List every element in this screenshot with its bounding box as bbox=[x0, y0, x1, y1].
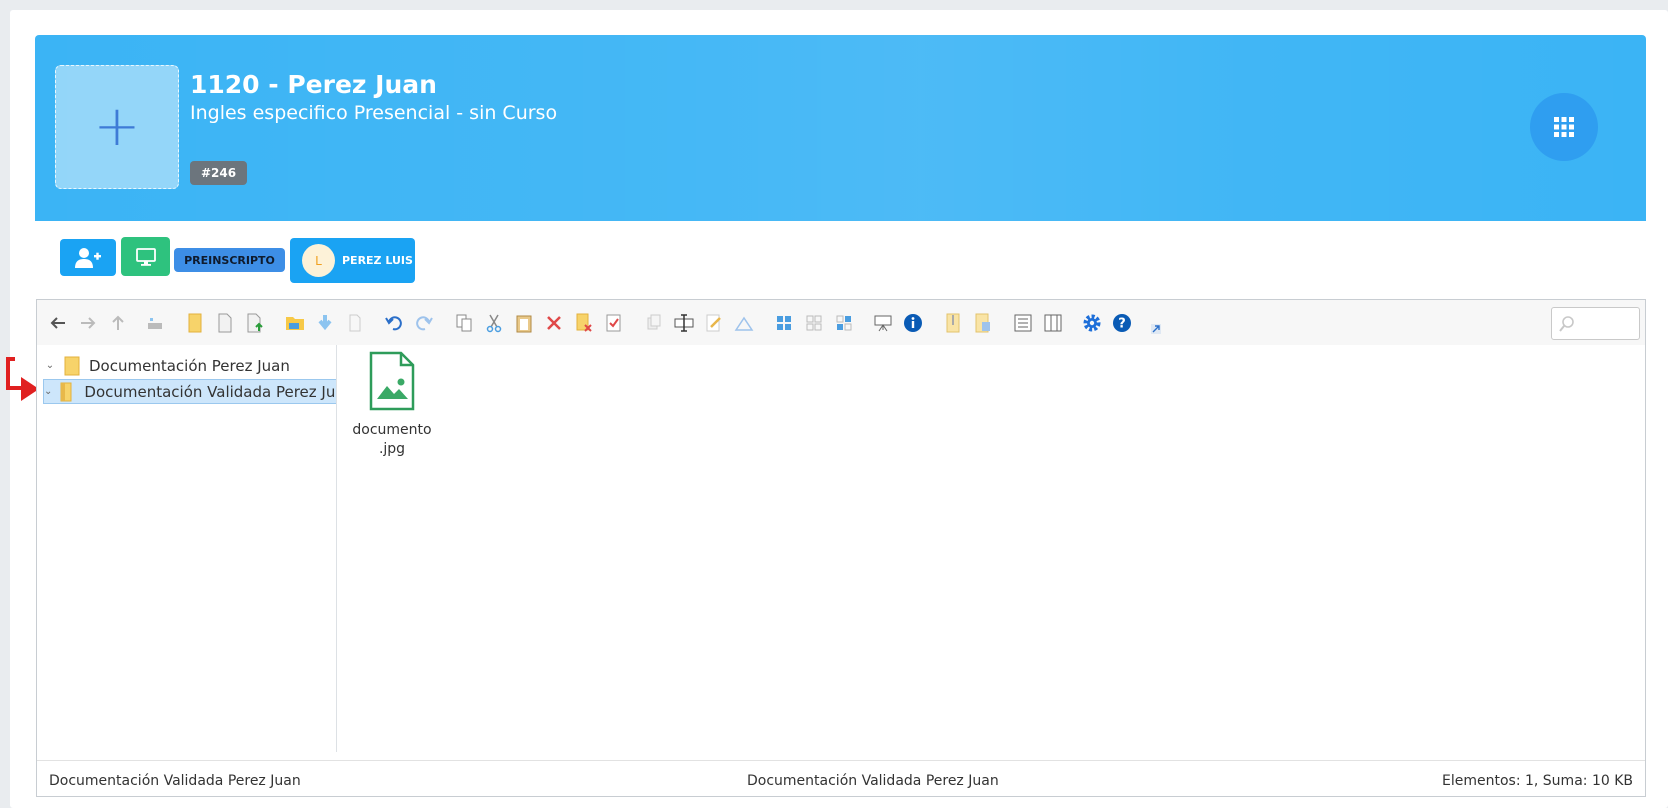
arrow-up-icon[interactable] bbox=[107, 312, 129, 334]
fullscreen-icon[interactable] bbox=[1145, 318, 1167, 340]
file-name: documento .jpg bbox=[352, 422, 432, 457]
upload-icon[interactable] bbox=[244, 312, 266, 334]
folder-icon bbox=[63, 356, 81, 376]
assigned-user-button[interactable]: L PEREZ LUIS bbox=[290, 238, 415, 283]
file-item[interactable]: documento .jpg bbox=[347, 351, 437, 459]
delete-icon[interactable] bbox=[543, 312, 565, 334]
edit-icon[interactable] bbox=[703, 312, 725, 334]
duplicate-icon[interactable] bbox=[643, 312, 665, 334]
add-user-icon bbox=[75, 247, 101, 268]
file-manager: ? ⌄ Documentación Perez Juan ⌄ Documenta… bbox=[36, 299, 1646, 797]
get-file-icon[interactable] bbox=[344, 312, 366, 334]
svg-text:?: ? bbox=[1118, 317, 1126, 332]
cut-icon[interactable] bbox=[483, 312, 505, 334]
copy-icon[interactable] bbox=[453, 312, 475, 334]
add-photo-button[interactable]: + bbox=[55, 65, 179, 189]
rename-icon[interactable] bbox=[673, 312, 695, 334]
archive-icon[interactable] bbox=[942, 312, 964, 334]
apps-menu-button[interactable] bbox=[1530, 93, 1598, 161]
open-folder-icon bbox=[58, 382, 76, 402]
resize-icon[interactable] bbox=[733, 312, 755, 334]
empty-icon[interactable] bbox=[573, 312, 595, 334]
new-file-icon[interactable] bbox=[214, 312, 236, 334]
search-field[interactable] bbox=[1551, 307, 1640, 340]
preview-icon[interactable] bbox=[872, 312, 894, 334]
settings-icon[interactable] bbox=[1081, 312, 1103, 334]
page-subtitle: Ingles especifico Presencial - sin Curso bbox=[190, 102, 558, 124]
folder-tree: ⌄ Documentación Perez Juan ⌄ Documentaci… bbox=[37, 345, 337, 752]
id-badge: #246 bbox=[190, 161, 248, 185]
monitor-icon bbox=[135, 247, 156, 266]
tree-item-documentacion-validada[interactable]: ⌄ Documentación Validada Perez Juan bbox=[43, 379, 337, 404]
status-badge: PREINSCRIPTO bbox=[174, 248, 285, 272]
arrow-right-icon[interactable] bbox=[77, 312, 99, 334]
extract-icon[interactable] bbox=[972, 312, 994, 334]
tree-item-label: Documentación Validada Perez Juan bbox=[84, 382, 337, 401]
avatar: L bbox=[302, 244, 335, 277]
undo-icon[interactable] bbox=[383, 312, 405, 334]
open-folder-icon[interactable] bbox=[284, 312, 306, 334]
tree-item-label: Documentación Perez Juan bbox=[89, 356, 290, 375]
chevron-down-icon[interactable]: ⌄ bbox=[43, 360, 57, 371]
monitor-button[interactable] bbox=[121, 237, 170, 276]
plus-icon: + bbox=[93, 94, 141, 159]
status-summary: Elementos: 1, Suma: 10 KB bbox=[1442, 773, 1633, 789]
assigned-user-name: PEREZ LUIS bbox=[342, 254, 413, 267]
view-icons-icon[interactable] bbox=[773, 312, 795, 334]
status-bar: Documentación Validada Perez Juan Docume… bbox=[37, 760, 1645, 796]
reload-icon[interactable] bbox=[144, 312, 166, 334]
image-file-icon bbox=[369, 351, 415, 411]
select-all-icon[interactable] bbox=[603, 312, 625, 334]
paste-icon[interactable] bbox=[513, 312, 535, 334]
search-input[interactable] bbox=[1578, 308, 1638, 336]
chevron-down-icon[interactable]: ⌄ bbox=[44, 386, 52, 397]
file-manager-toolbar: ? bbox=[37, 300, 1645, 345]
download-icon[interactable] bbox=[314, 312, 336, 334]
status-path: Documentación Validada Perez Juan bbox=[747, 773, 999, 789]
status-current-folder: Documentación Validada Perez Juan bbox=[49, 773, 301, 789]
add-user-button[interactable] bbox=[60, 239, 116, 276]
columns-icon[interactable] bbox=[1042, 312, 1064, 334]
info-icon[interactable] bbox=[902, 312, 924, 334]
search-icon bbox=[1559, 316, 1574, 332]
help-icon[interactable]: ? bbox=[1111, 312, 1133, 334]
new-folder-icon[interactable] bbox=[184, 312, 206, 334]
select-none-icon[interactable] bbox=[803, 312, 825, 334]
redo-icon[interactable] bbox=[413, 312, 435, 334]
profile-header: + 1120 - Perez Juan Ingles especifico Pr… bbox=[35, 35, 1646, 221]
invert-selection-icon[interactable] bbox=[833, 312, 855, 334]
arrow-left-icon[interactable] bbox=[47, 312, 69, 334]
page-title: 1120 - Perez Juan bbox=[190, 70, 437, 99]
list-view-icon[interactable] bbox=[1012, 312, 1034, 334]
grid-icon bbox=[1554, 117, 1574, 137]
tree-item-documentacion[interactable]: ⌄ Documentación Perez Juan bbox=[43, 353, 290, 378]
